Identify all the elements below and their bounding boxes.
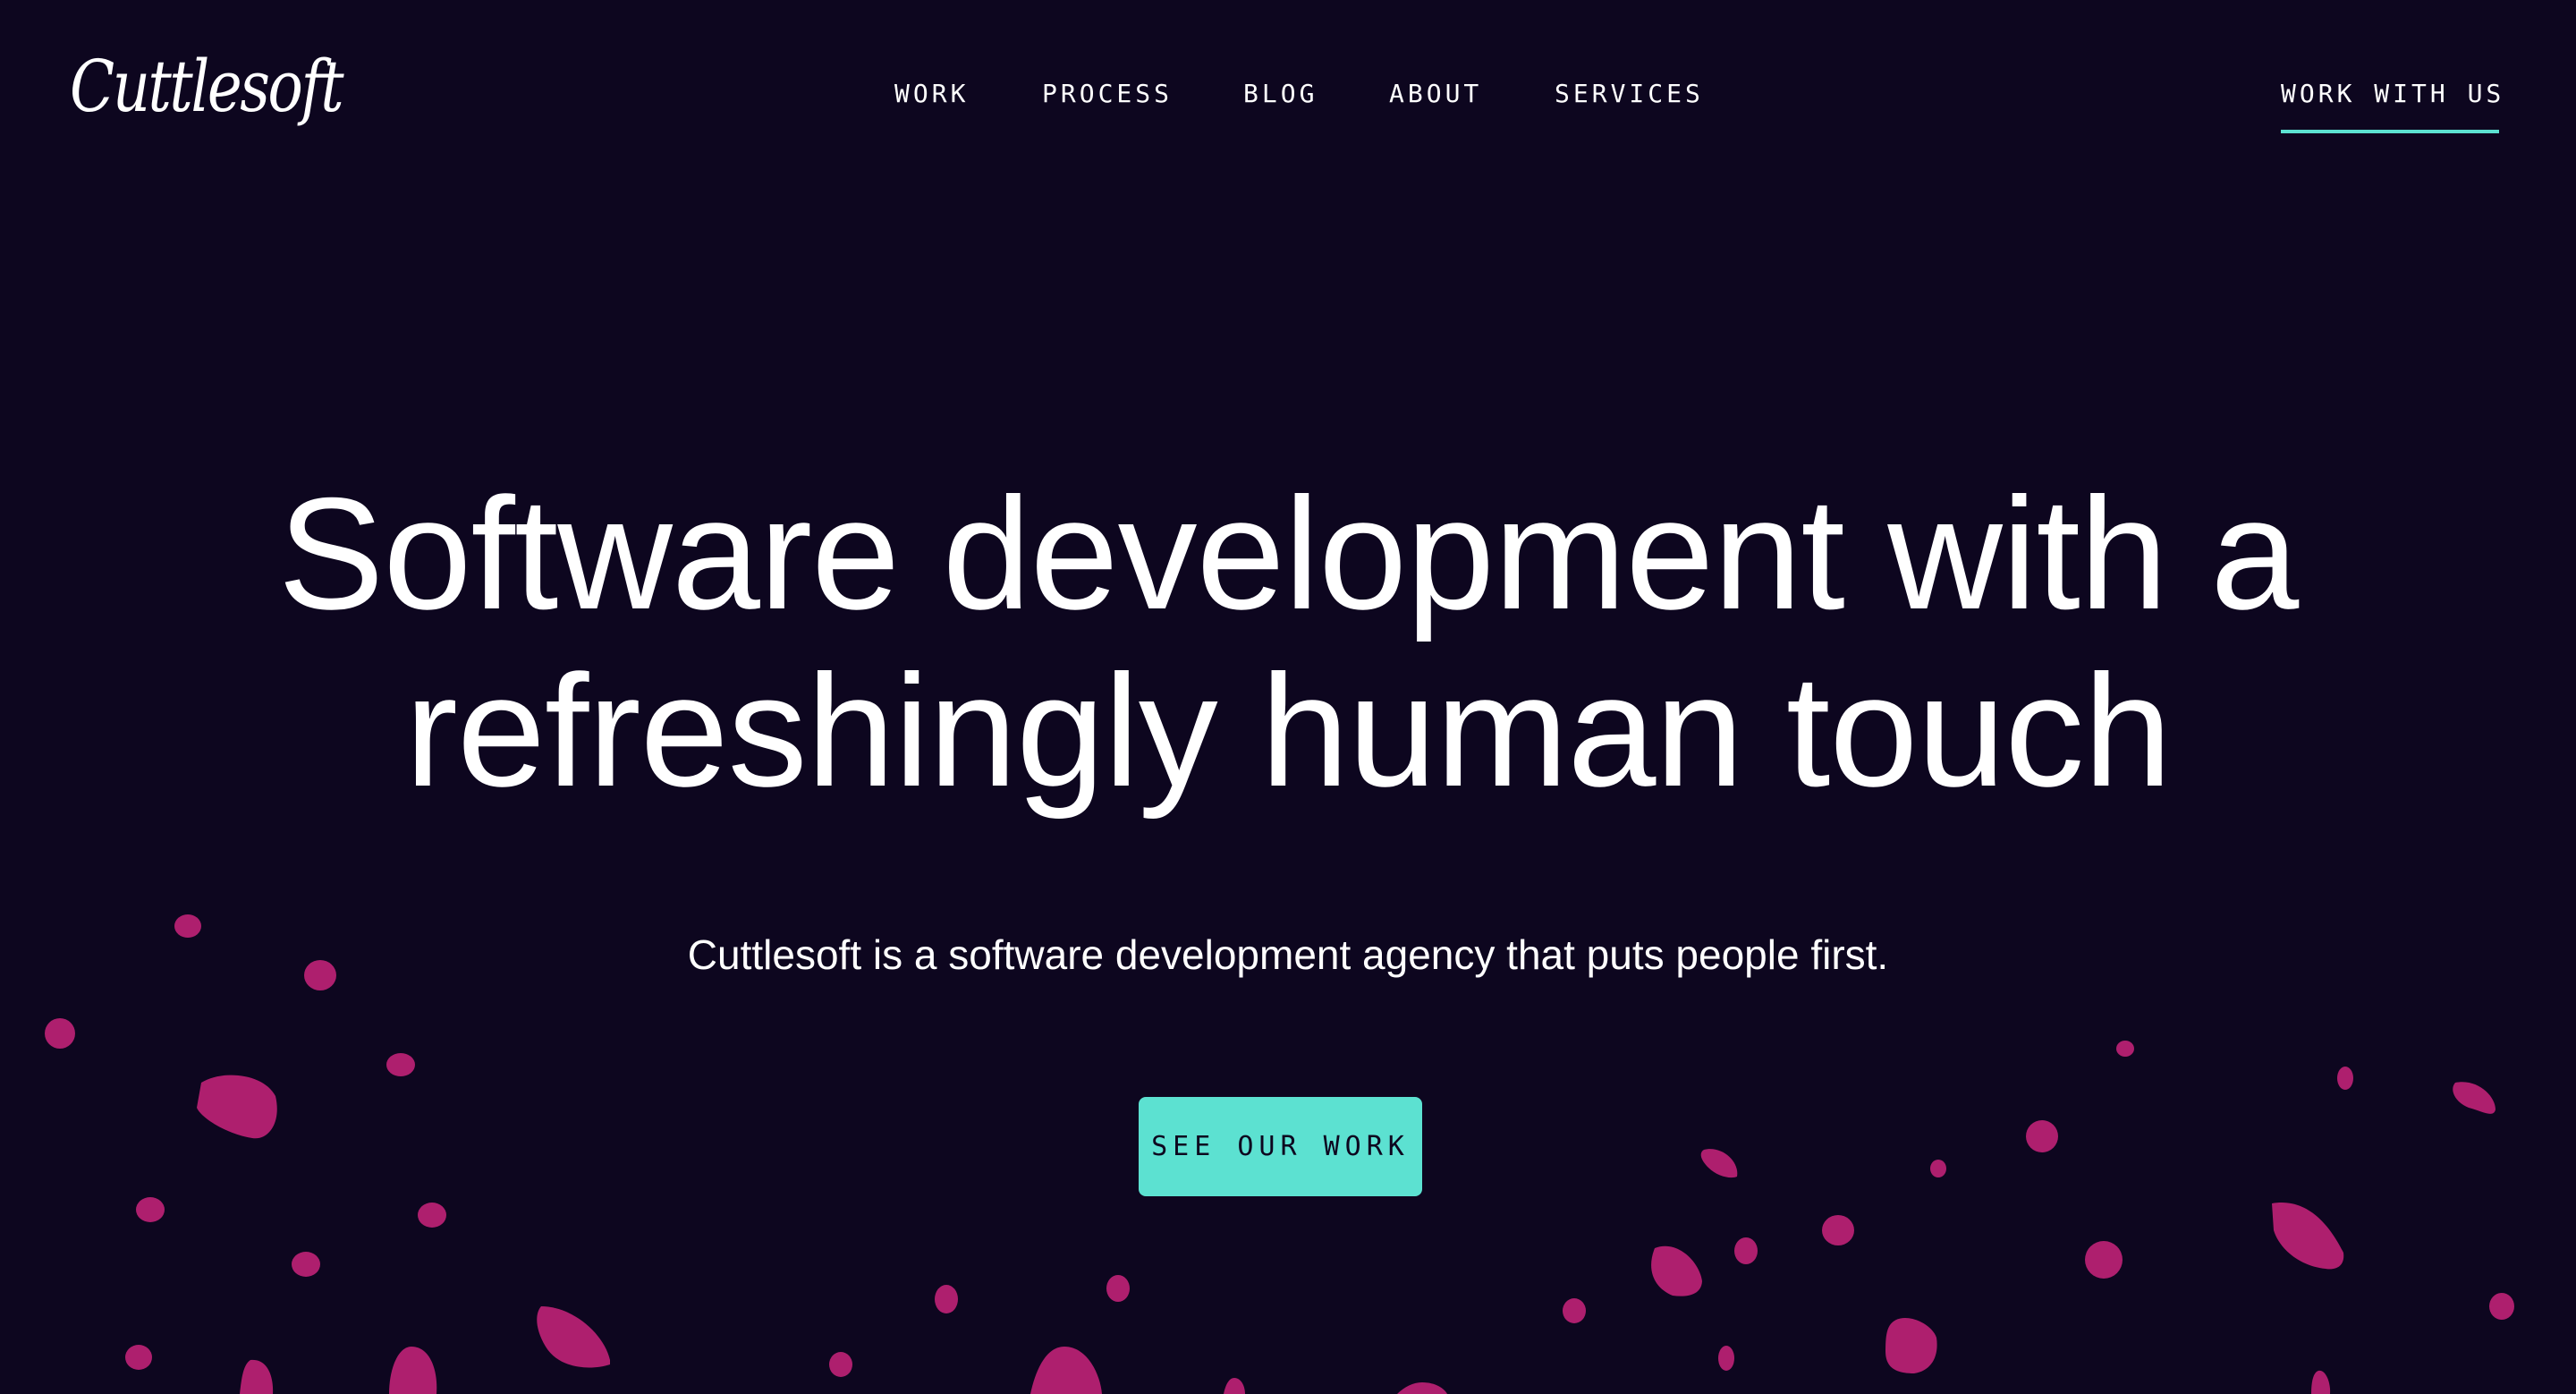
nav-item-work[interactable]: WORK — [894, 79, 969, 108]
blob — [1651, 1245, 1702, 1296]
blob — [1822, 1215, 1854, 1245]
blob — [1700, 1149, 1738, 1178]
hero-subtitle: Cuttlesoft is a software development age… — [687, 931, 1889, 978]
blob — [1930, 1160, 1946, 1177]
blob — [537, 1306, 610, 1368]
nav-item-about[interactable]: ABOUT — [1389, 79, 1482, 108]
blob — [2489, 1293, 2514, 1320]
see-our-work-button[interactable]: SEE OUR WORK — [1139, 1097, 1422, 1196]
blob — [197, 1075, 277, 1139]
blob — [935, 1285, 958, 1313]
blob — [2453, 1082, 2496, 1114]
blob — [45, 1018, 75, 1049]
cuttlesoft-logo[interactable]: Cuttlesoft — [70, 45, 344, 128]
blob — [1563, 1298, 1586, 1323]
blob — [240, 1359, 274, 1394]
blob — [1718, 1346, 1734, 1371]
blob — [386, 1053, 415, 1076]
hero-headline: Software development with a refreshingly… — [0, 465, 2576, 820]
blob — [2026, 1120, 2058, 1152]
blob — [1030, 1347, 1102, 1394]
nav-item-blog[interactable]: BLOG — [1243, 79, 1318, 108]
blob — [2272, 1203, 2344, 1270]
headline-line-1: Software development with a — [277, 464, 2300, 642]
blob — [2311, 1370, 2331, 1394]
blob — [1224, 1378, 1245, 1394]
work-with-us-underline — [2281, 130, 2499, 133]
blob — [1885, 1317, 1937, 1373]
blob — [2116, 1041, 2134, 1057]
blob — [136, 1197, 165, 1222]
blob — [1397, 1382, 1447, 1394]
blob — [389, 1347, 437, 1394]
blob — [2337, 1067, 2353, 1090]
blob — [2085, 1241, 2123, 1279]
headline-line-2: refreshingly human touch — [404, 642, 2173, 820]
nav-item-services[interactable]: SERVICES — [1555, 79, 1704, 108]
blob — [1734, 1237, 1758, 1264]
blob — [125, 1345, 152, 1370]
nav-item-process[interactable]: PROCESS — [1042, 79, 1173, 108]
blob — [1106, 1275, 1130, 1302]
blob — [292, 1252, 320, 1277]
blob — [418, 1203, 446, 1228]
blob — [829, 1352, 852, 1377]
work-with-us-link[interactable]: WORK WITH US — [2281, 79, 2504, 108]
